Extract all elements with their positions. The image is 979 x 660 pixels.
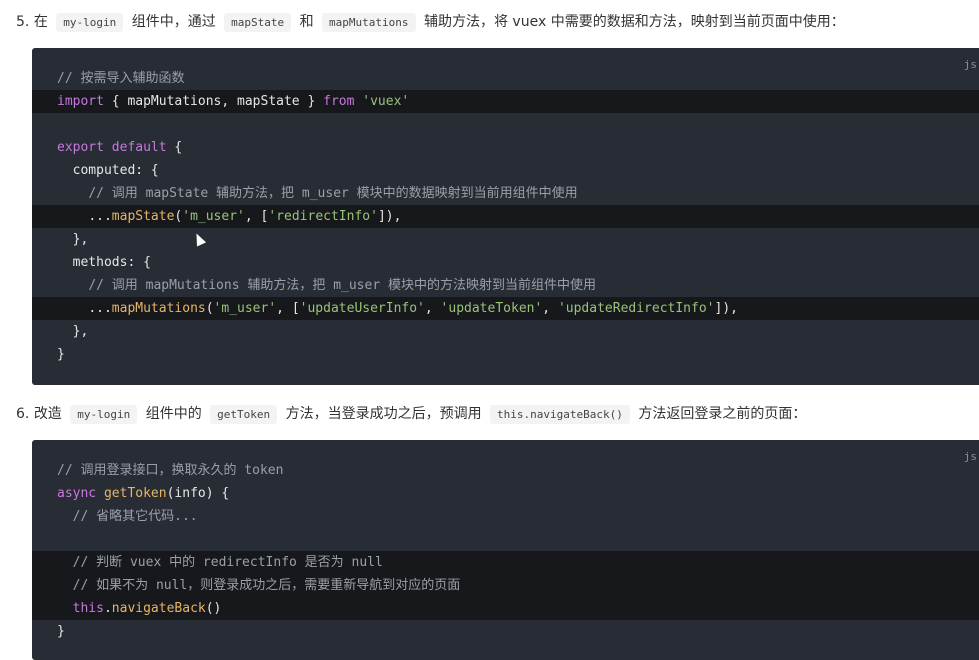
code-token: 'vuex' bbox=[362, 94, 410, 109]
code-token: ]), bbox=[377, 209, 402, 224]
inline-code: mapState bbox=[224, 13, 292, 32]
code-token: ( bbox=[205, 301, 214, 316]
code-token: // 调用 mapMutations 辅助方法，把 m_user 模块中的方法映… bbox=[88, 278, 596, 293]
code-token: // 调用登录接口，换取永久的 token bbox=[57, 463, 284, 478]
code-line: ...mapState('m_user', ['redirectInfo']), bbox=[32, 205, 979, 228]
step-number: 5. bbox=[16, 14, 30, 30]
code-line: ...mapMutations('m_user', ['updateUserIn… bbox=[32, 297, 979, 320]
code-token: 'updateUserInfo' bbox=[299, 301, 425, 316]
code-line: // 调用 mapMutations 辅助方法，把 m_user 模块中的方法映… bbox=[32, 274, 979, 297]
code-token: , [ bbox=[276, 301, 300, 316]
code-token: () bbox=[205, 601, 222, 616]
code-token: (info) { bbox=[166, 486, 230, 501]
inline-code: this.navigateBack() bbox=[490, 405, 630, 424]
step-text: 方法，当登录成功之后，预调用 bbox=[285, 406, 482, 422]
code-block-1: js // 按需导入辅助函数 import { mapMutations, map… bbox=[32, 48, 979, 385]
code-line: async getToken(info) { bbox=[32, 482, 979, 505]
code-token: . bbox=[103, 601, 112, 616]
step-number: 6. bbox=[16, 406, 30, 422]
code-line: } bbox=[32, 620, 979, 643]
code-token: // 如果不为 null，则登录成功之后，需要重新导航到对应的页面 bbox=[72, 578, 461, 593]
code-line: // 如果不为 null，则登录成功之后，需要重新导航到对应的页面 bbox=[32, 574, 979, 597]
code-token: }, bbox=[72, 324, 89, 339]
step-text: 组件中的 bbox=[145, 406, 202, 422]
code-token: // 判断 vuex 中的 redirectInfo 是否为 null bbox=[72, 555, 383, 570]
code-line: // 调用登录接口，换取永久的 token bbox=[32, 459, 979, 482]
code-token: 'm_user' bbox=[182, 209, 245, 224]
inline-code: my-login bbox=[56, 13, 124, 32]
step-text: 改造 bbox=[33, 406, 62, 422]
code-token: async bbox=[57, 486, 97, 501]
step-text: 辅助方法，将 vuex 中需要的数据和方法，映射到当前页面中使用： bbox=[423, 14, 845, 30]
step-text: 在 bbox=[33, 14, 48, 30]
code-token: computed: { bbox=[72, 163, 159, 178]
code-token: , bbox=[424, 301, 441, 316]
code-line: methods: { bbox=[32, 251, 979, 274]
step-5-heading: 5. 在 my-login 组件中，通过 mapState 和 mapMutat… bbox=[16, 12, 845, 33]
code-token: this bbox=[72, 601, 104, 616]
code-token: 'updateRedirectInfo' bbox=[557, 301, 715, 316]
code-token: } bbox=[57, 347, 65, 362]
code-line: import { mapMutations, mapState } from '… bbox=[32, 90, 979, 113]
code-line: // 省略其它代码... bbox=[32, 505, 979, 528]
code-token: // 省略其它代码... bbox=[72, 509, 198, 524]
code-line: this.navigateBack() bbox=[32, 597, 979, 620]
code-line: computed: { bbox=[32, 159, 979, 182]
code-token: 'updateToken' bbox=[440, 301, 543, 316]
code-line: } bbox=[32, 343, 979, 366]
code-token: // 调用 mapState 辅助方法，把 m_user 模块中的数据映射到当前… bbox=[88, 186, 578, 201]
code-token: { mapMutations, mapState } bbox=[103, 94, 324, 109]
code-token: methods: { bbox=[72, 255, 151, 270]
code-block-2: js // 调用登录接口，换取永久的 token async getToken(i… bbox=[32, 440, 979, 660]
code-token: , bbox=[542, 301, 558, 316]
code-token: 'm_user' bbox=[213, 301, 277, 316]
code-token: ... bbox=[88, 209, 112, 224]
code-token: ]), bbox=[714, 301, 738, 316]
code-line: }, bbox=[32, 228, 979, 251]
code-token: export default bbox=[57, 140, 167, 155]
step-text: 和 bbox=[299, 14, 314, 30]
code-line: // 调用 mapState 辅助方法，把 m_user 模块中的数据映射到当前… bbox=[32, 182, 979, 205]
step-text: 方法返回登录之前的页面： bbox=[638, 406, 807, 422]
step-text: 组件中，通过 bbox=[131, 14, 216, 30]
code-token: navigateBack bbox=[111, 601, 206, 616]
code-token: 'redirectInfo' bbox=[268, 209, 378, 224]
inline-code: mapMutations bbox=[322, 13, 416, 32]
inline-code: getToken bbox=[210, 405, 278, 424]
code-token: ... bbox=[88, 301, 112, 316]
code-line: // 判断 vuex 中的 redirectInfo 是否为 null bbox=[32, 551, 979, 574]
code-token: { bbox=[166, 140, 183, 155]
code-token: }, bbox=[72, 232, 89, 247]
code-token: from bbox=[323, 94, 355, 109]
code-token: } bbox=[57, 624, 65, 639]
code-line: export default { bbox=[32, 136, 979, 159]
step-6-heading: 6. 改造 my-login 组件中的 getToken 方法，当登录成功之后，… bbox=[16, 404, 806, 425]
code-line: // 按需导入辅助函数 bbox=[32, 67, 979, 90]
inline-code: my-login bbox=[70, 405, 138, 424]
code-token: getToken bbox=[103, 486, 167, 501]
code-token: mapMutations bbox=[111, 301, 206, 316]
code-line: }, bbox=[32, 320, 979, 343]
code-token: // 按需导入辅助函数 bbox=[57, 71, 185, 86]
code-token: mapState bbox=[111, 209, 175, 224]
code-token: , [ bbox=[244, 209, 269, 224]
code-token: import bbox=[57, 94, 104, 109]
